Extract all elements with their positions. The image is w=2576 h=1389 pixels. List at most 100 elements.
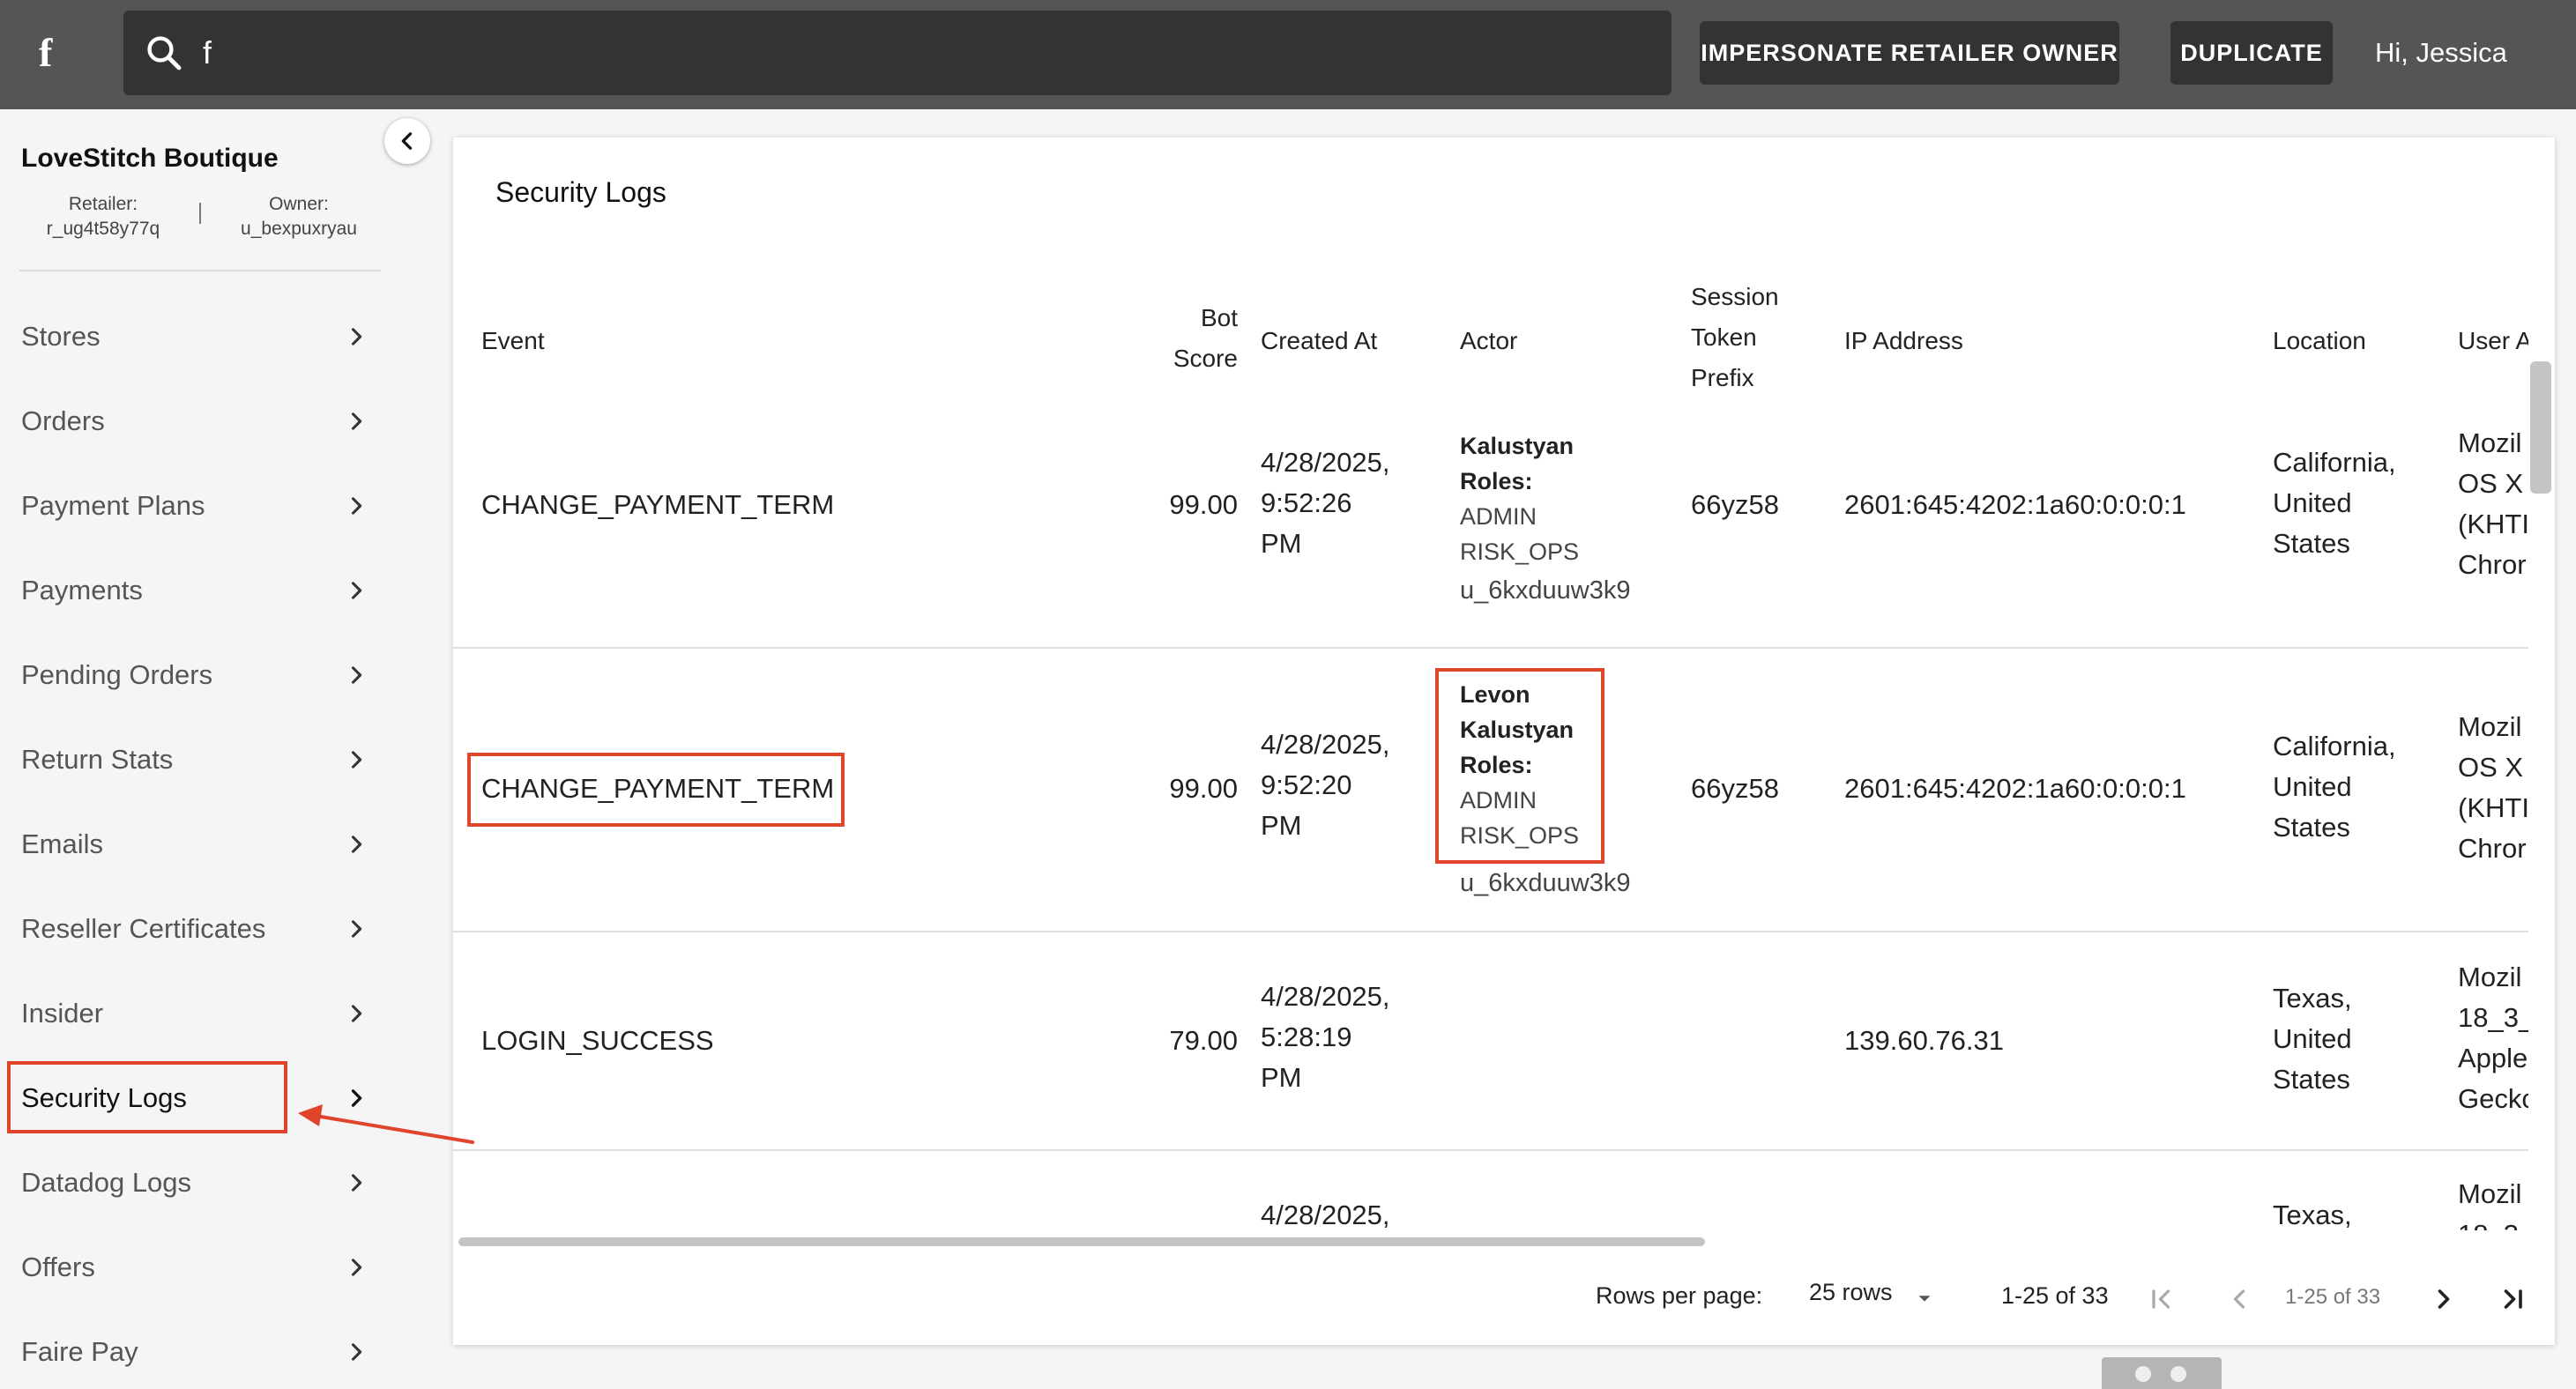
column-header-line: Token (1691, 323, 1757, 351)
user-agent-cell: Mozil OS X (KHTI Chror (2458, 707, 2528, 869)
column-header-actor[interactable]: Actor (1460, 321, 1517, 361)
location-line: States (2273, 812, 2350, 843)
column-header-user-agent[interactable]: User A (2458, 321, 2528, 361)
pagination-range: 1-25 of 33 (2001, 1282, 2109, 1309)
previous-page-icon[interactable] (2223, 1283, 2255, 1315)
search-icon (147, 36, 182, 71)
rows-per-page-value: 25 rows (1809, 1279, 1893, 1305)
sidebar-item-label: Pending Orders (21, 659, 213, 690)
created-at-line: 4/28/2025, (1261, 447, 1390, 478)
vertical-scrollbar[interactable] (2530, 361, 2551, 494)
last-page-icon[interactable] (2497, 1283, 2528, 1315)
faire-logo[interactable]: f (39, 26, 71, 79)
actor-roles-label: Roles: (1460, 468, 1533, 494)
location-cell: California, United States (2273, 442, 2396, 564)
chevron-right-icon (351, 1005, 362, 1022)
location-line: Texas, (2273, 983, 2352, 1014)
chevron-right-icon (351, 1174, 362, 1192)
sidebar-item-offers[interactable]: Offers (0, 1225, 379, 1310)
annotation-arrow-icon (298, 1104, 474, 1144)
sidebar-item-reseller-certificates[interactable]: Reseller Certificates (0, 887, 379, 971)
sidebar-item-return-stats[interactable]: Return Stats (0, 717, 379, 802)
chevron-right-icon (351, 328, 362, 345)
ip-address-cell: 2601:645:4202:1a60:0:0:0:1 (1844, 489, 2186, 520)
sidebar-item-label: Payment Plans (21, 490, 205, 521)
security-logs-card: Security Logs Event Bot Score Created At… (453, 137, 2555, 1345)
column-header-bot-score[interactable]: Bot Score (1123, 298, 1238, 379)
created-at-line: 4/28/2025, (1261, 729, 1390, 760)
created-at-line: 4/28/2025, (1261, 981, 1390, 1012)
event-cell: CHANGE_PAYMENT_TERM (481, 489, 835, 520)
sidebar-item-faire-pay[interactable]: Faire Pay (0, 1310, 379, 1389)
location-line: United (2273, 1023, 2352, 1054)
actor-id[interactable]: u_6kxduuw3k9 (1460, 865, 1630, 901)
location-line: States (2273, 1064, 2350, 1095)
ip-address-cell: 139.60.76.31 (1844, 1025, 2005, 1056)
actor-id[interactable]: u_6kxduuw3k9 (1460, 573, 1630, 608)
user-greeting[interactable]: Hi, Jessica (2375, 33, 2507, 72)
bot-score-cell: 99.00 (1169, 773, 1238, 804)
chevron-left-icon (401, 132, 413, 150)
column-header-event[interactable]: Event (481, 321, 545, 361)
sidebar-item-emails[interactable]: Emails (0, 802, 379, 887)
sidebar-item-pending-orders[interactable]: Pending Orders (0, 633, 379, 717)
rows-per-page-select[interactable]: 25 rows (1805, 1274, 1938, 1327)
created-at-line: PM (1261, 810, 1302, 841)
loading-dot (2135, 1366, 2151, 1382)
first-page-icon[interactable] (2146, 1283, 2178, 1315)
chevron-right-icon (351, 666, 362, 684)
duplicate-button[interactable]: DUPLICATE (2170, 21, 2333, 85)
chevron-right-icon (351, 412, 362, 430)
user-agent-line: Mozil (2458, 1178, 2522, 1209)
chevron-right-icon (351, 836, 362, 853)
collapse-sidebar-button[interactable] (384, 118, 430, 164)
column-header-line: Bot (1200, 304, 1238, 331)
column-header-session-token-prefix[interactable]: Session Token Prefix (1691, 277, 1779, 398)
search-bar[interactable] (123, 11, 1671, 95)
location-cell: Texas, (2273, 1200, 2352, 1230)
loading-indicator (2102, 1357, 2222, 1389)
sidebar-item-stores[interactable]: Stores (0, 294, 379, 379)
sidebar-item-insider[interactable]: Insider (0, 971, 379, 1056)
sidebar-item-payment-plans[interactable]: Payment Plans (0, 464, 379, 548)
retailer-id: r_ug4t58y77q (46, 219, 160, 239)
annotation-highlight-security-logs (7, 1061, 287, 1133)
location-line: California, (2273, 731, 2396, 761)
chevron-right-icon (351, 582, 362, 599)
chevron-right-icon (351, 1259, 362, 1276)
next-page-icon[interactable] (2428, 1283, 2460, 1315)
created-at-line: PM (1261, 528, 1302, 559)
actor-name: Kalustyan (1460, 433, 1575, 459)
table-row[interactable] (453, 932, 2528, 1151)
location-cell: California, United States (2273, 726, 2396, 848)
location-line: California, (2273, 447, 2396, 478)
chevron-right-icon (351, 920, 362, 938)
retailer-label: Retailer: (68, 194, 138, 214)
sidebar-item-label: Datadog Logs (21, 1167, 192, 1198)
pagination-range-small: 1-25 of 33 (2285, 1285, 2381, 1309)
search-input[interactable] (203, 23, 1613, 83)
sidebar-item-label: Return Stats (21, 744, 174, 775)
user-agent-cell: Mozil 18_3_ Apple Geckc (2458, 957, 2528, 1119)
created-at-cell: 4/28/2025, 5:28:19 PM (1261, 977, 1390, 1098)
column-header-ip-address[interactable]: IP Address (1844, 321, 1963, 361)
location-line: United (2273, 487, 2352, 518)
sidebar-item-orders[interactable]: Orders (0, 379, 379, 464)
column-header-created-at[interactable]: Created At (1261, 321, 1377, 361)
caret-down-icon (1918, 1296, 1931, 1302)
column-header-line: Score (1173, 345, 1238, 372)
horizontal-scrollbar[interactable] (458, 1237, 1705, 1246)
shop-name: LoveStitch Boutique (21, 144, 279, 173)
user-agent-line: 18_3_ (2458, 1002, 2528, 1033)
column-header-location[interactable]: Location (2273, 321, 2366, 361)
table-row[interactable]: 4/28/2025, Texas, Mozil 18_3_ (453, 1151, 2528, 1230)
user-agent-line: OS X (2458, 468, 2524, 499)
sidebar-item-label: Payments (21, 575, 143, 605)
loading-dot (2170, 1366, 2186, 1382)
user-agent-line: (KHTI (2458, 792, 2528, 823)
sidebar-item-payments[interactable]: Payments (0, 548, 379, 633)
impersonate-retailer-owner-button[interactable]: IMPERSONATE RETAILER OWNER (1700, 21, 2119, 85)
sidebar-item-label: Faire Pay (21, 1336, 138, 1367)
owner-id: u_bexpuxryau (241, 219, 357, 239)
column-header-line: Session (1691, 283, 1779, 310)
